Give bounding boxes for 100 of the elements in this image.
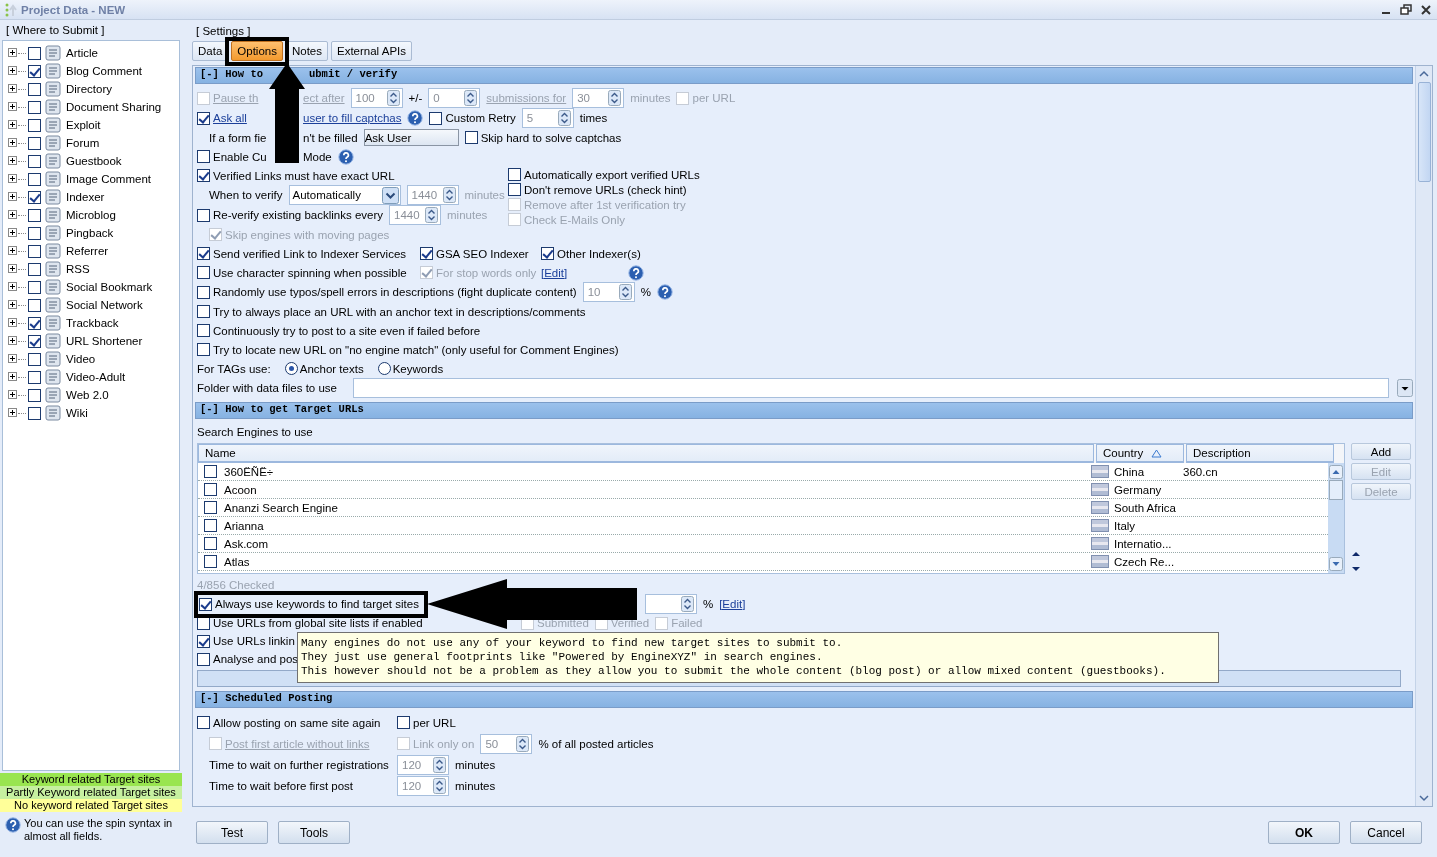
section-header[interactable]: [-] How to get Target URLs: [195, 402, 1413, 419]
help-icon[interactable]: [628, 264, 644, 281]
link[interactable]: Ask all: [213, 112, 247, 124]
checkbox[interactable]: [397, 716, 410, 729]
checkbox[interactable]: [420, 247, 433, 260]
checkbox[interactable]: [197, 111, 210, 125]
checkbox[interactable]: [197, 150, 210, 163]
tree-item[interactable]: Referrer: [66, 245, 109, 257]
expand-icon[interactable]: [8, 156, 18, 166]
tree-item[interactable]: Pingback: [66, 227, 114, 239]
push-button[interactable]: Cancel: [1350, 821, 1422, 844]
move-up-icon[interactable]: [1351, 551, 1361, 557]
spin-field[interactable]: 50: [480, 733, 533, 754]
tree-item[interactable]: Trackback: [66, 317, 119, 329]
checkbox[interactable]: [204, 519, 217, 532]
checkbox[interactable]: [204, 501, 217, 514]
caret-icon[interactable]: [381, 186, 399, 204]
checkbox[interactable]: [197, 305, 210, 318]
checkbox[interactable]: [28, 334, 41, 348]
dropdown-field[interactable]: Automatically: [288, 185, 401, 205]
scroll-thumb[interactable]: [1329, 480, 1343, 500]
spin-arrows-icon[interactable]: [442, 187, 456, 203]
section-header[interactable]: [-] How to ubmit / verify: [195, 67, 1413, 84]
spin-field[interactable]: [644, 594, 697, 614]
tree-item[interactable]: Blog Comment: [66, 65, 143, 77]
push-button[interactable]: Tools: [278, 821, 350, 844]
checkbox[interactable]: [28, 100, 41, 114]
expand-icon[interactable]: [8, 264, 18, 274]
tree-item[interactable]: Microblog: [66, 209, 116, 221]
scrollbar[interactable]: [1415, 66, 1432, 806]
spin-field[interactable]: 5: [521, 108, 574, 128]
tree-item[interactable]: Video: [66, 353, 96, 365]
help-icon[interactable]: [656, 284, 673, 300]
expand-icon[interactable]: [8, 138, 18, 148]
checkbox[interactable]: [28, 226, 41, 240]
scroll-up-icon[interactable]: [1329, 465, 1343, 479]
spin-arrows-icon[interactable]: [557, 110, 571, 126]
expand-icon[interactable]: [8, 390, 18, 400]
tree-item[interactable]: Forum: [66, 137, 100, 149]
expand-icon[interactable]: [8, 174, 18, 184]
checkbox[interactable]: [541, 247, 554, 260]
checkbox[interactable]: [28, 244, 41, 258]
spin-arrows-icon[interactable]: [433, 777, 446, 794]
column-header[interactable]: Description: [1186, 444, 1334, 463]
checkbox[interactable]: [28, 316, 41, 330]
tree-item[interactable]: Social Bookmark: [66, 281, 153, 293]
dropdown-field[interactable]: [353, 378, 1389, 398]
help-icon[interactable]: [407, 110, 424, 126]
link[interactable]: [Edit]: [541, 266, 628, 279]
checkbox[interactable]: [508, 168, 521, 181]
checkbox[interactable]: [28, 208, 41, 222]
tab[interactable]: Options: [231, 41, 283, 61]
tab[interactable]: External APIs: [331, 41, 413, 61]
tree-item[interactable]: Social Network: [66, 299, 143, 311]
checkbox[interactable]: [28, 370, 41, 384]
help-icon[interactable]: [337, 148, 354, 165]
expand-icon[interactable]: [8, 228, 18, 238]
radio-button[interactable]: [377, 362, 391, 375]
expand-icon[interactable]: [8, 66, 18, 76]
spin-arrows-icon[interactable]: [464, 90, 478, 106]
checkbox[interactable]: [28, 46, 41, 60]
section-header[interactable]: [-] Scheduled Posting: [195, 691, 1413, 708]
checkbox[interactable]: [28, 64, 41, 78]
restore-icon[interactable]: [1399, 3, 1413, 16]
expand-icon[interactable]: [8, 246, 18, 256]
expand-icon[interactable]: [8, 192, 18, 202]
link[interactable]: [Edit]: [719, 598, 746, 610]
checkbox[interactable]: [199, 597, 212, 611]
move-down-icon[interactable]: [1351, 566, 1361, 572]
expand-icon[interactable]: [8, 84, 18, 94]
expand-icon[interactable]: [8, 48, 18, 58]
tree-item[interactable]: Directory: [66, 83, 112, 95]
checkbox[interactable]: [197, 324, 210, 337]
expand-icon[interactable]: [8, 300, 18, 310]
scroll-down-icon[interactable]: [1329, 557, 1343, 571]
checkbox[interactable]: [28, 280, 41, 294]
help-icon[interactable]: [5, 817, 21, 833]
checkbox[interactable]: [28, 406, 41, 420]
checkbox[interactable]: [464, 131, 478, 144]
checkbox[interactable]: [28, 82, 41, 96]
tree-item[interactable]: Video-Adult: [66, 371, 126, 383]
checkbox[interactable]: [197, 169, 210, 182]
tree-item[interactable]: Image Comment: [66, 173, 151, 185]
checkbox[interactable]: [197, 716, 210, 729]
expand-icon[interactable]: [8, 210, 18, 220]
checkbox[interactable]: [197, 247, 210, 260]
close-icon[interactable]: [1419, 3, 1433, 16]
caret-icon[interactable]: [1397, 379, 1413, 397]
checkbox[interactable]: [429, 111, 443, 125]
checkbox[interactable]: [28, 352, 41, 366]
link[interactable]: user to fill captchas: [303, 112, 402, 124]
spin-arrows-icon[interactable]: [516, 735, 530, 752]
checkbox[interactable]: [28, 118, 41, 132]
spin-arrows-icon[interactable]: [425, 207, 438, 223]
expand-icon[interactable]: [8, 336, 18, 346]
spin-field[interactable]: 10: [582, 282, 635, 302]
push-button[interactable]: Add: [1351, 443, 1411, 460]
scroll-thumb[interactable]: [1417, 82, 1431, 182]
checkbox[interactable]: [204, 483, 217, 496]
tree-item[interactable]: URL Shortener: [66, 335, 143, 347]
